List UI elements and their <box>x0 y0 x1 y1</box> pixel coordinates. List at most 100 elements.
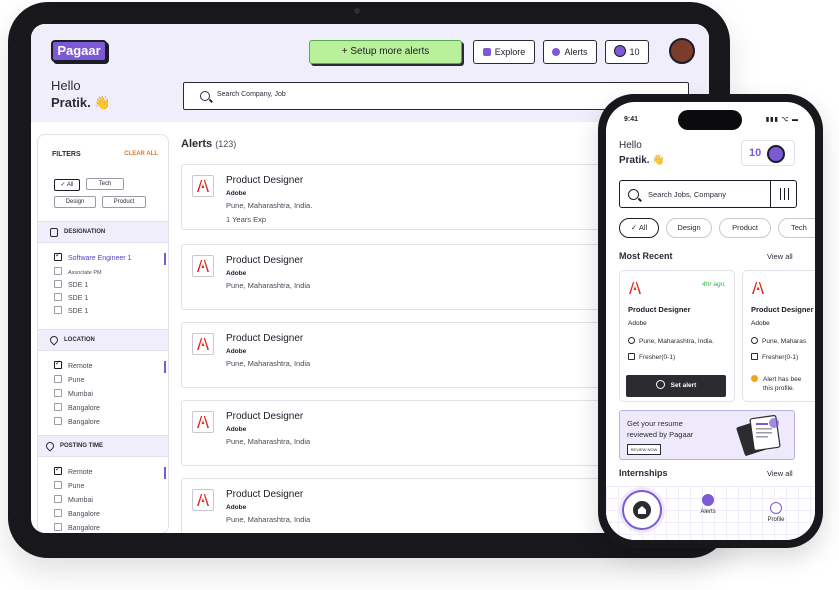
clear-all-button[interactable]: CLEAR ALL <box>124 151 158 157</box>
filter-sliders-icon[interactable] <box>770 181 796 207</box>
alerts-nav-item[interactable]: Alerts <box>688 494 728 515</box>
checkbox[interactable] <box>54 509 62 517</box>
review-now-button[interactable]: REVIEW NOW <box>627 444 661 455</box>
most-recent-view-all-link[interactable]: View all <box>767 252 793 261</box>
internships-title: Internships <box>619 468 668 478</box>
explore-button[interactable]: Explore <box>473 40 535 64</box>
job-location: Pune, Maharashtra, India <box>226 437 311 446</box>
search-input[interactable]: Search Jobs, Company <box>619 180 797 208</box>
option-sde-1[interactable]: SDE 1 <box>54 280 88 289</box>
chip-product[interactable]: Product <box>102 196 146 208</box>
profile-nav-item[interactable]: Profile <box>756 502 796 523</box>
job-location: Pune, Maharashtra, India <box>226 515 311 524</box>
chip-design[interactable]: Design <box>666 218 712 238</box>
option-mumbai[interactable]: Mumbai <box>54 495 93 504</box>
option-software-engineer-1[interactable]: Software Engineer 1 <box>54 251 131 262</box>
pagaar-logo[interactable]: Pagaar <box>51 40 107 62</box>
chip-tech[interactable]: Tech <box>778 218 815 238</box>
chip-design[interactable]: Design <box>54 196 96 208</box>
designation-section-header[interactable]: DESIGNATION <box>38 221 168 243</box>
checkbox[interactable] <box>54 306 62 314</box>
setup-more-alerts-button[interactable]: + Setup more alerts <box>309 40 462 64</box>
wave-icon: 👋 <box>652 155 665 166</box>
option-label: SDE 1 <box>68 282 89 289</box>
checkbox[interactable] <box>54 267 62 275</box>
explore-icon <box>482 48 491 56</box>
avatar[interactable] <box>669 38 695 64</box>
checkbox[interactable] <box>54 495 62 503</box>
checkbox[interactable] <box>54 389 62 397</box>
job-title: Product Designer <box>226 333 304 344</box>
resume-review-banner[interactable]: Get your resume reviewed by Pagaar REVIE… <box>619 410 795 460</box>
explore-label: Explore <box>494 47 526 57</box>
company-name: Adobe <box>226 426 247 433</box>
posting-time-section-header[interactable]: POSTING TIME <box>38 435 168 457</box>
option-label: Mumbai <box>68 391 93 398</box>
coins-badge[interactable]: 10 <box>741 140 795 166</box>
option-bangalore[interactable]: Bangalore <box>54 509 100 518</box>
job-card[interactable]: Product Designer Adobe Pune, Maharas Fre… <box>742 270 815 402</box>
alarm-clock-icon <box>702 494 714 506</box>
home-nav-button[interactable] <box>622 490 662 530</box>
checkbox[interactable] <box>54 523 62 531</box>
option-pune[interactable]: Pune <box>54 481 84 490</box>
posted-time: 4hr ago. <box>702 281 726 288</box>
alert-card[interactable]: Product Designer Adobe Pune, Maharashtra… <box>181 478 621 533</box>
banner-line: Get your resume <box>627 419 683 428</box>
alert-status-note: Alert has bee this profile. <box>751 375 801 393</box>
option-label: Pune <box>68 483 85 490</box>
coins-count: 10 <box>749 147 762 159</box>
adobe-logo-icon <box>192 489 214 511</box>
option-mumbai[interactable]: Mumbai <box>54 389 93 398</box>
option-sde-1[interactable]: SDE 1 <box>54 306 88 315</box>
option-remote[interactable]: Remote <box>54 465 93 476</box>
adobe-logo-icon <box>192 175 214 197</box>
option-pune[interactable]: Pune <box>54 375 84 384</box>
greeting: Hello <box>619 140 642 151</box>
chip-tech[interactable]: Tech <box>86 178 124 190</box>
option-remote[interactable]: Remote <box>54 359 93 370</box>
chip-all[interactable]: ✓ All <box>54 179 80 191</box>
greeting: Hello <box>51 78 81 93</box>
option-associate-pm[interactable]: Associate PM <box>54 267 102 276</box>
option-label: Bangalore <box>68 405 100 412</box>
chip-all[interactable]: ✓ All <box>619 218 659 238</box>
adobe-logo-icon <box>192 333 214 355</box>
company-name: Adobe <box>226 504 247 511</box>
user-name: Pratik. <box>51 95 91 110</box>
chip-product[interactable]: Product <box>719 218 771 238</box>
set-alert-button[interactable]: Set alert <box>626 375 726 397</box>
coins-button[interactable]: 10 <box>605 40 649 64</box>
checkbox[interactable] <box>54 293 62 301</box>
search-placeholder: Search Company, Job <box>217 91 286 98</box>
checkbox[interactable] <box>54 359 62 369</box>
location-pin-icon <box>44 440 56 452</box>
option-label: Remote <box>68 363 93 370</box>
location-title: LOCATION <box>64 337 95 343</box>
option-bangalore[interactable]: Bangalore <box>54 417 100 426</box>
alert-card[interactable]: Product Designer Adobe Pune, Maharashtra… <box>181 400 621 466</box>
scrollbar[interactable] <box>164 253 166 265</box>
job-card[interactable]: 4hr ago. Product Designer Adobe Pune, Ma… <box>619 270 735 402</box>
scrollbar[interactable] <box>164 361 166 373</box>
option-bangalore[interactable]: Bangalore <box>54 523 100 532</box>
checkbox[interactable] <box>54 417 62 425</box>
checkbox[interactable] <box>54 465 62 475</box>
alerts-button[interactable]: Alerts <box>543 40 597 64</box>
checkbox[interactable] <box>54 481 62 489</box>
option-bangalore[interactable]: Bangalore <box>54 403 100 412</box>
experience-text: Fresher(0-1) <box>639 354 676 361</box>
company-name: Adobe <box>226 190 247 197</box>
scrollbar[interactable] <box>164 467 166 479</box>
alert-card[interactable]: Product Designer Adobe Pune, Maharashtra… <box>181 322 621 388</box>
option-sde-1[interactable]: SDE 1 <box>54 293 88 302</box>
checkbox[interactable] <box>54 251 62 261</box>
job-location: Pune, Maharashtra, India <box>226 281 311 290</box>
checkbox[interactable] <box>54 280 62 288</box>
internships-view-all-link[interactable]: View all <box>767 469 793 478</box>
alert-card[interactable]: Product Designer Adobe Pune, Maharashtra… <box>181 164 621 230</box>
checkbox[interactable] <box>54 403 62 411</box>
checkbox[interactable] <box>54 375 62 383</box>
location-section-header[interactable]: LOCATION <box>38 329 168 351</box>
alert-card[interactable]: Product Designer Adobe Pune, Maharashtra… <box>181 244 621 310</box>
